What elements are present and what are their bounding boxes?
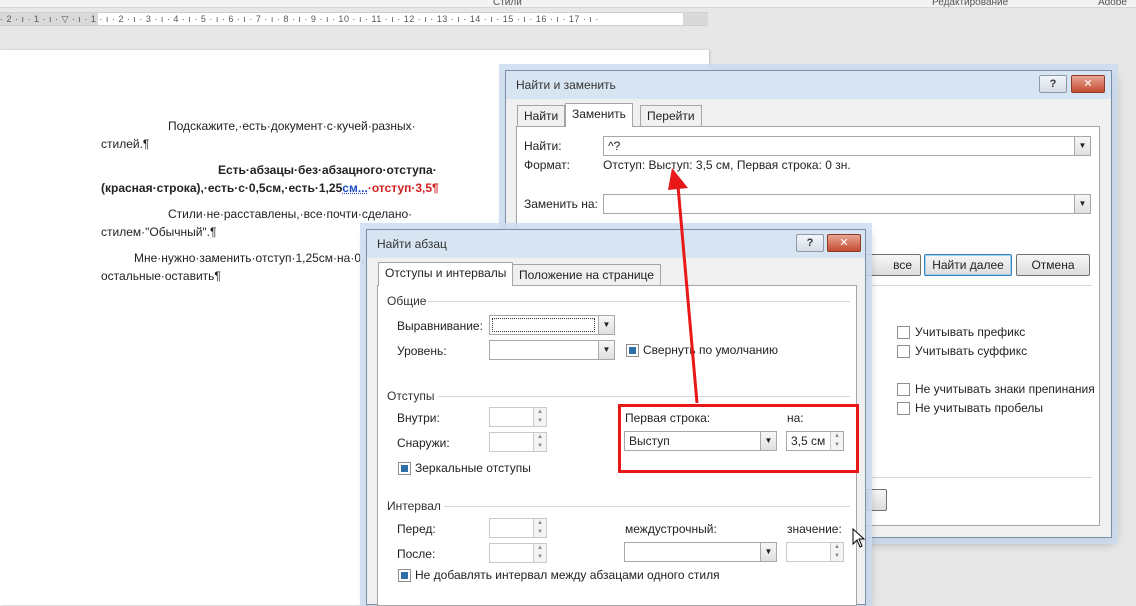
- tab-replace[interactable]: Заменить: [565, 103, 633, 127]
- mouse-cursor-icon: [852, 528, 866, 548]
- tab-indents-spacing[interactable]: Отступы и интервалы: [378, 262, 514, 286]
- arrow-head: [668, 168, 688, 190]
- arrow-line: [676, 185, 699, 404]
- annotation-arrow: [668, 168, 699, 404]
